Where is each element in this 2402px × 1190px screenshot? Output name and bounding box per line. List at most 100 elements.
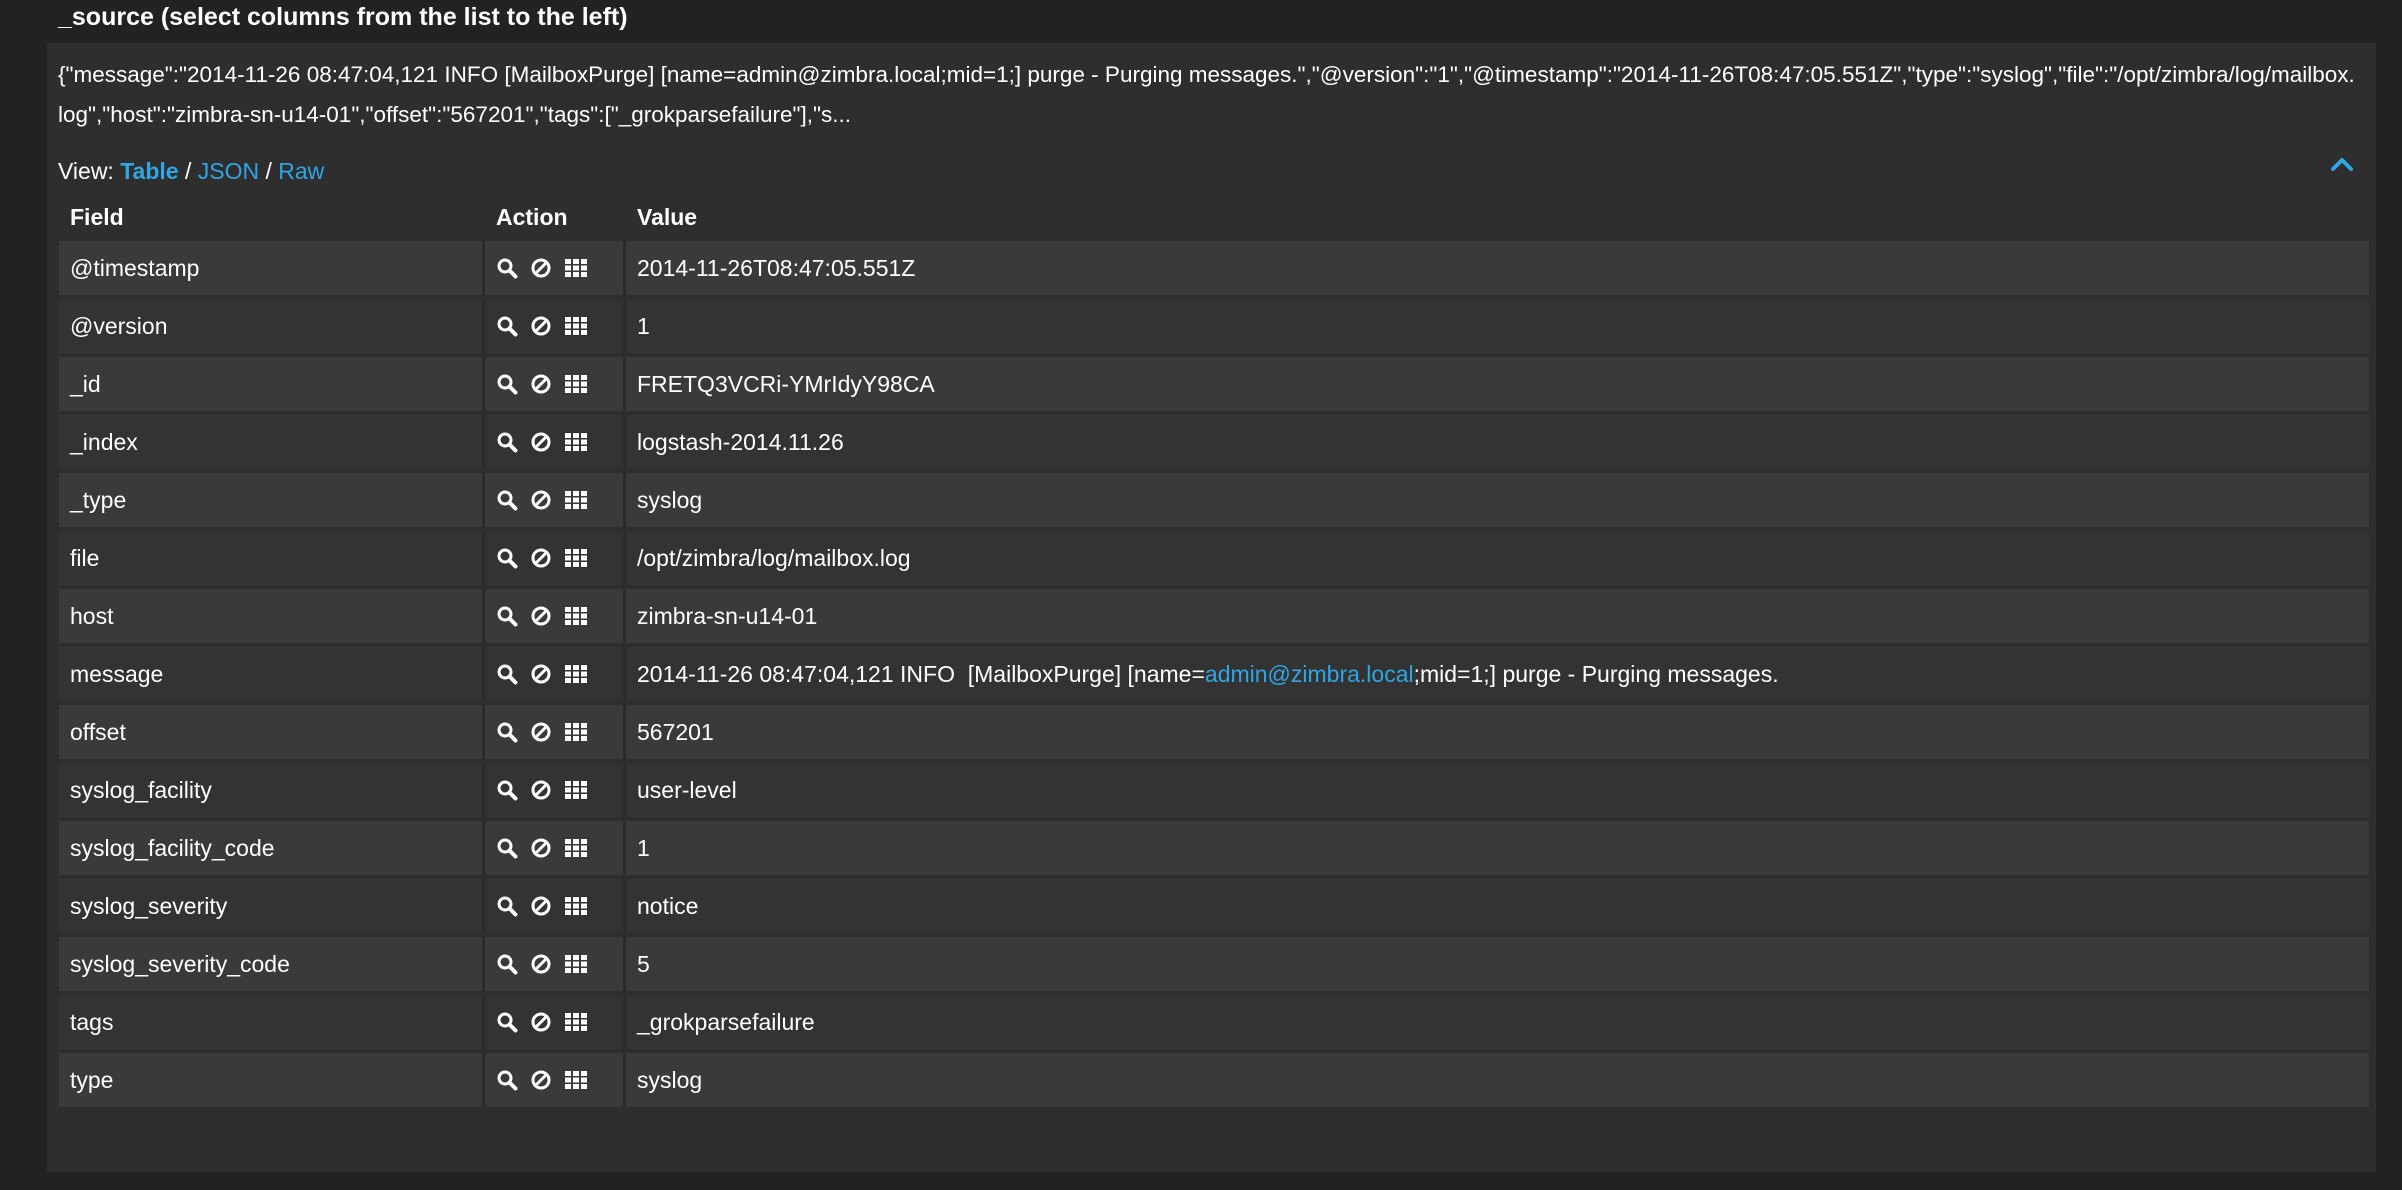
chevron-up-icon[interactable] [2329,151,2355,177]
table-row: offset 567201 [59,705,2369,759]
toggle-column-icon[interactable] [564,722,588,742]
toggle-column-icon[interactable] [564,838,588,858]
exclude-icon[interactable] [530,895,552,917]
search-icon[interactable] [496,663,518,685]
view-raw-link[interactable]: Raw [278,158,324,184]
source-summary: {"message":"2014-11-26 08:47:04,121 INFO… [58,62,2355,127]
search-icon[interactable] [496,895,518,917]
view-separator: / [178,158,198,184]
field-value: /opt/zimbra/log/mailbox.log [626,531,2369,585]
field-actions [485,589,626,643]
field-name: _id [59,357,485,411]
toggle-column-icon[interactable] [564,606,588,626]
field-value: _grokparsefailure [626,995,2369,1049]
exclude-icon[interactable] [530,257,552,279]
view-separator: / [259,158,279,184]
search-icon[interactable] [496,431,518,453]
field-actions [485,705,626,759]
field-actions [485,995,626,1049]
search-icon[interactable] [496,257,518,279]
value-text: ;mid=1;] purge - Purging messages. [1413,660,1779,687]
field-actions [485,415,626,469]
field-name: type [59,1053,485,1107]
field-name: message [59,647,485,701]
exclude-icon[interactable] [530,547,552,569]
table-row: tags _grokparsefailure [59,995,2369,1049]
search-icon[interactable] [496,605,518,627]
field-name: offset [59,705,485,759]
toggle-column-icon[interactable] [564,258,588,278]
table-row: _index logstash-2014.11.26 [59,415,2369,469]
toggle-column-icon[interactable] [564,316,588,336]
search-icon[interactable] [496,953,518,975]
exclude-icon[interactable] [530,663,552,685]
field-actions [485,879,626,933]
field-name: syslog_facility [59,763,485,817]
toggle-column-icon[interactable] [564,954,588,974]
toggle-column-icon[interactable] [564,374,588,394]
view-json-link[interactable]: JSON [198,158,259,184]
exclude-icon[interactable] [530,431,552,453]
search-icon[interactable] [496,721,518,743]
search-icon[interactable] [496,837,518,859]
toggle-column-icon[interactable] [564,1012,588,1032]
table-row: file/opt/zimbra/log/mailbox.log [59,531,2369,585]
view-label: View: [58,158,114,184]
exclude-icon[interactable] [530,779,552,801]
field-value: logstash-2014.11.26 [626,415,2369,469]
field-table: Field Action Value @timestamp 2014-11-26T… [59,193,2369,1111]
search-icon[interactable] [496,489,518,511]
exclude-icon[interactable] [530,1069,552,1091]
search-icon[interactable] [496,779,518,801]
exclude-icon[interactable] [530,953,552,975]
toggle-column-icon[interactable] [564,896,588,916]
table-row: message 2014-11-26 08:47:04,121 INFO [Mai… [59,647,2369,701]
exclude-icon[interactable] [530,721,552,743]
toggle-column-icon[interactable] [564,664,588,684]
value-text: 2014-11-26 08:47:04,121 INFO [MailboxPur… [637,660,1205,687]
search-icon[interactable] [496,315,518,337]
exclude-icon[interactable] [530,605,552,627]
toggle-column-icon[interactable] [564,780,588,800]
field-value: 5 [626,937,2369,991]
document-detail-panel: {"message":"2014-11-26 08:47:04,121 INFO… [47,43,2376,1172]
exclude-icon[interactable] [530,315,552,337]
toggle-column-icon[interactable] [564,1070,588,1090]
exclude-icon[interactable] [530,1011,552,1033]
source-header: _source (select columns from the list to… [58,3,628,31]
column-header-action: Action [496,203,568,230]
search-icon[interactable] [496,547,518,569]
exclude-icon[interactable] [530,489,552,511]
search-icon[interactable] [496,1011,518,1033]
field-name: @timestamp [59,241,485,295]
search-icon[interactable] [496,373,518,395]
field-value: user-level [626,763,2369,817]
table-row: syslog_facility user-level [59,763,2369,817]
field-actions [485,241,626,295]
table-row: @timestamp 2014-11-26T08:47:05.551Z [59,241,2369,295]
field-name: @version [59,299,485,353]
view-table-link[interactable]: Table [120,158,178,184]
toggle-column-icon[interactable] [564,490,588,510]
field-value: 2014-11-26T08:47:05.551Z [626,241,2369,295]
exclude-icon[interactable] [530,837,552,859]
field-value: 1 [626,821,2369,875]
field-value: 1 [626,299,2369,353]
field-value: 567201 [626,705,2369,759]
toggle-column-icon[interactable] [564,548,588,568]
view-switcher: View: Table / JSON / Raw [58,152,324,190]
field-name: syslog_severity [59,879,485,933]
exclude-icon[interactable] [530,373,552,395]
field-value: 2014-11-26 08:47:04,121 INFO [MailboxPur… [626,647,2369,701]
table-row: type syslog [59,1053,2369,1107]
toggle-column-icon[interactable] [564,432,588,452]
field-name: tags [59,995,485,1049]
email-link[interactable]: admin@zimbra.local [1205,661,1414,687]
table-row: syslog_severity notice [59,879,2369,933]
table-row: syslog_facility_code 1 [59,821,2369,875]
table-row: _id FRETQ3VCRi-YMrIdyY98CA [59,357,2369,411]
field-name: file [59,531,485,585]
field-actions [485,357,626,411]
field-actions [485,1053,626,1107]
search-icon[interactable] [496,1069,518,1091]
